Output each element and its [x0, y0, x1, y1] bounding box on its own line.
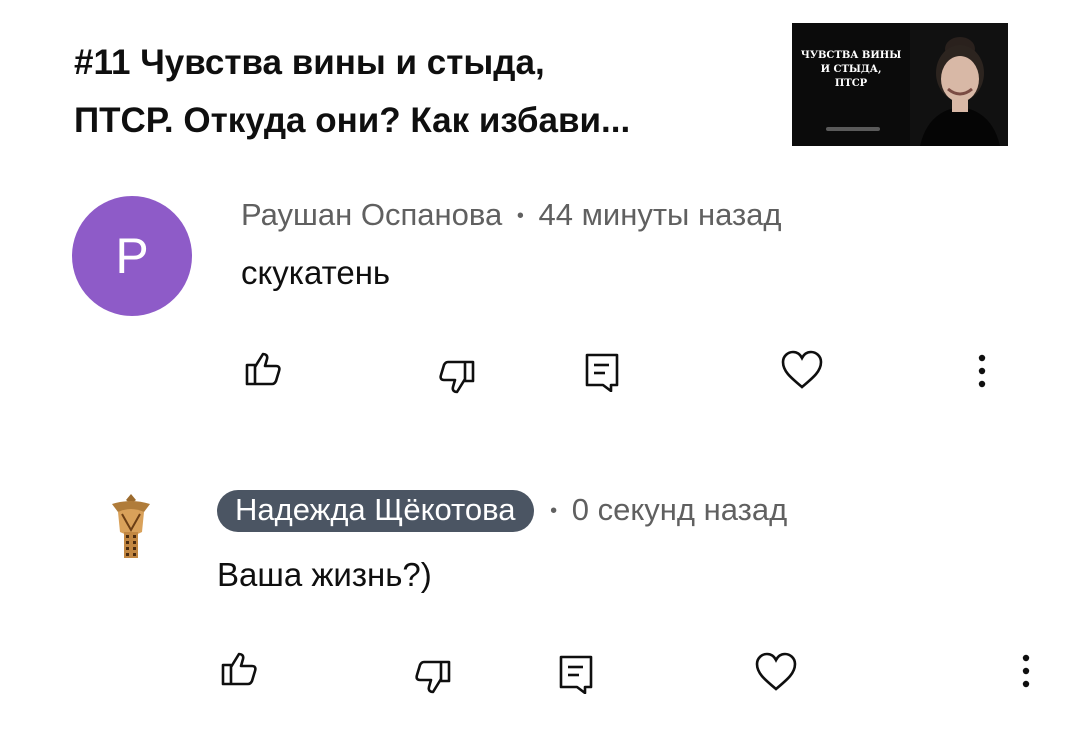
comment-author[interactable]: Раушан Оспанова [241, 197, 502, 232]
dislike-icon[interactable] [412, 658, 452, 698]
thumbnail-caption: ЧУВСТВА ВИНЫ И СТЫДА, ПТСР [792, 49, 910, 91]
like-icon[interactable] [220, 648, 260, 688]
comment-meta: Раушан Оспанова • 44 минуты назад [241, 197, 782, 233]
avatar[interactable]: Р [72, 196, 192, 316]
thumbnail-caption-line-2: И СТЫДА, [820, 64, 882, 75]
video-thumbnail[interactable]: ЧУВСТВА ВИНЫ И СТЫДА, ПТСР [792, 23, 1008, 146]
video-title-line-2: ПТСР. Откуда они? Как избави... [74, 101, 631, 140]
video-title-line-1: #11 Чувства вины и стыда, [74, 43, 545, 82]
comment-meta: Надежда Щёкотова • 0 секунд назад [217, 490, 787, 532]
comment-time: 0 секунд назад [571, 492, 788, 527]
ornament-bird-avatar[interactable] [108, 490, 154, 562]
heart-icon[interactable] [754, 652, 798, 692]
comment-author-highlighted[interactable]: Надежда Щёкотова [217, 490, 534, 532]
reply-icon[interactable] [584, 352, 620, 392]
comment-text: скукатень [241, 254, 391, 291]
more-icon[interactable] [1016, 652, 1036, 692]
thumbnail-caption-line-3: ПТСР [834, 78, 868, 89]
like-icon[interactable] [244, 348, 284, 388]
comment-text: Ваша жизнь?) [217, 556, 432, 593]
separator-dot: • [516, 205, 524, 228]
video-title[interactable]: #11 Чувства вины и стыда, ПТСР. Откуда о… [74, 34, 774, 150]
heart-icon[interactable] [780, 350, 824, 390]
dislike-icon[interactable] [436, 358, 476, 398]
comment-time: 44 минуты назад [538, 197, 782, 232]
thumbnail-caption-line-1: ЧУВСТВА ВИНЫ [800, 50, 902, 61]
more-icon[interactable] [972, 352, 992, 392]
thumbnail-person-image [910, 23, 1008, 146]
thumbnail-channel-mark [826, 127, 880, 131]
reply-icon[interactable] [558, 654, 594, 694]
separator-dot: • [550, 500, 558, 523]
